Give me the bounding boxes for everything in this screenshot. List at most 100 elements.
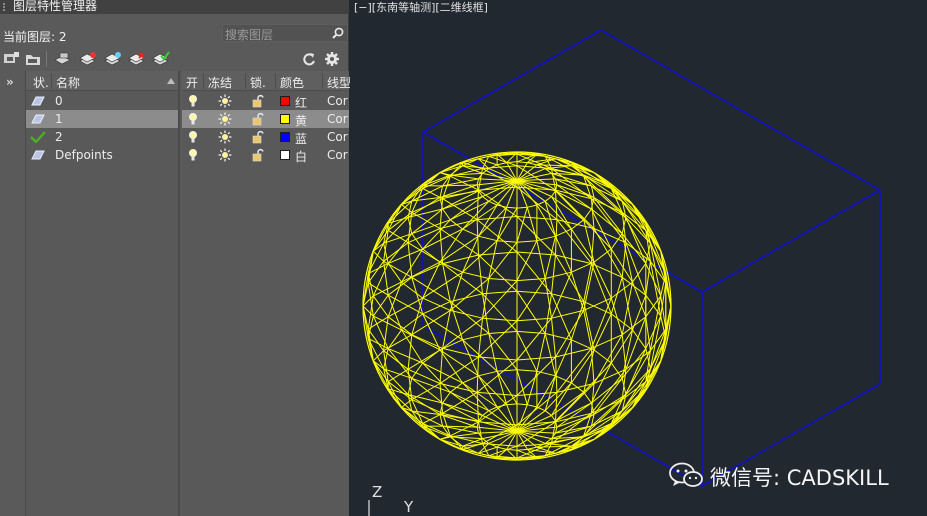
delete-layer-icon[interactable]: [128, 51, 146, 67]
layer-search-input[interactable]: 搜索图层: [222, 24, 348, 42]
linetype-name[interactable]: Cor: [327, 94, 348, 108]
drawing-viewport[interactable]: Z Y [−][东南等轴测][二维线框] 微信号: CADSKILL: [350, 0, 927, 516]
sphere-mesh-edge: [516, 290, 546, 334]
layer-row[interactable]: 1: [26, 110, 178, 128]
expand-filter-tree-icon[interactable]: »: [6, 75, 14, 89]
sphere-mesh-edge: [570, 228, 595, 263]
refresh-icon[interactable]: [300, 51, 318, 67]
col-linetype-header[interactable]: 线型: [327, 74, 351, 91]
sphere-mesh-edge: [383, 334, 413, 352]
sun-thawed-icon[interactable]: [218, 112, 232, 126]
new-property-filter-icon[interactable]: [2, 51, 20, 67]
model-space-canvas[interactable]: Z Y: [350, 0, 927, 516]
unlocked-padlock-icon[interactable]: [252, 130, 264, 144]
color-swatch[interactable]: [280, 150, 290, 160]
sun-thawed-icon[interactable]: [218, 148, 232, 162]
layer-icon[interactable]: [30, 95, 46, 107]
sphere-mesh-edge: [482, 156, 490, 169]
sphere-mesh-edge: [591, 368, 627, 414]
col-color-header[interactable]: 颜色: [280, 74, 304, 91]
lightbulb-on-icon[interactable]: [188, 148, 198, 162]
new-layer-icon[interactable]: [79, 51, 97, 67]
sphere-mesh-edge: [610, 277, 623, 315]
linetype-name[interactable]: Cor: [327, 148, 348, 162]
watermark-text: 微信号: CADSKILL: [710, 466, 889, 490]
sun-thawed-icon[interactable]: [218, 130, 232, 144]
viewport-controls-label[interactable]: [−][东南等轴测][二维线框]: [354, 1, 488, 14]
current-check-icon[interactable]: [30, 131, 46, 143]
layer-row[interactable]: 红 Cor: [182, 92, 349, 110]
column-divider[interactable]: [245, 73, 246, 89]
layer-name[interactable]: 1: [55, 112, 63, 126]
layer-icon[interactable]: [30, 113, 46, 125]
color-swatch[interactable]: [280, 132, 290, 142]
sphere-mesh-edge: [516, 331, 538, 372]
layer-states-manager-icon[interactable]: [54, 51, 72, 67]
set-current-icon[interactable]: [152, 51, 170, 67]
color-name[interactable]: 黄: [295, 112, 307, 129]
sphere-mesh-edge: [570, 272, 585, 311]
unlocked-padlock-icon[interactable]: [252, 94, 264, 108]
sphere-mesh-edge: [536, 235, 556, 242]
sphere-mesh-edge: [497, 240, 518, 243]
filter-tree-collapsed-strip[interactable]: »: [0, 71, 26, 516]
sphere-mesh-edge: [478, 254, 518, 292]
box-edge: [422, 29, 602, 133]
layer-row[interactable]: 蓝 Cor: [182, 128, 349, 146]
column-divider[interactable]: [322, 73, 323, 89]
sphere-mesh-edge: [583, 261, 595, 311]
layer-name[interactable]: 2: [55, 130, 63, 144]
column-divider[interactable]: [275, 73, 276, 89]
sphere-mesh-edge: [506, 161, 518, 164]
linetype-name[interactable]: Cor: [327, 130, 348, 144]
search-icon[interactable]: [331, 26, 345, 40]
linetype-name[interactable]: Cor: [327, 112, 348, 126]
sphere-mesh-edge: [422, 248, 441, 263]
new-layer-vp-frozen-icon[interactable]: [104, 51, 122, 67]
sphere-mesh-edge: [506, 403, 518, 406]
settings-icon[interactable]: [323, 51, 341, 67]
color-swatch[interactable]: [280, 114, 290, 124]
layer-row[interactable]: 黄 Cor: [182, 110, 349, 128]
lightbulb-on-icon[interactable]: [188, 94, 198, 108]
column-divider[interactable]: [51, 73, 52, 89]
layer-row[interactable]: 2: [26, 128, 178, 146]
layer-row[interactable]: Defpoints: [26, 146, 178, 164]
color-swatch[interactable]: [280, 96, 290, 106]
sphere-mesh-edge: [387, 329, 402, 349]
sphere-mesh-edge: [527, 404, 538, 408]
sphere-mesh-edge: [571, 423, 612, 450]
col-status-header[interactable]: 状.: [33, 74, 49, 91]
sphere-mesh-edge: [621, 277, 633, 330]
col-name-header[interactable]: 名称: [56, 74, 80, 91]
grip-icon[interactable]: [3, 3, 9, 11]
sphere-mesh-edge: [645, 316, 651, 351]
sphere-mesh-edge: [551, 272, 572, 319]
lightbulb-on-icon[interactable]: [188, 112, 198, 126]
color-name[interactable]: 蓝: [295, 130, 307, 147]
col-freeze-header[interactable]: 冻结: [208, 74, 232, 91]
sort-ascending-icon[interactable]: [167, 78, 175, 84]
panel-title-bar[interactable]: 图层特性管理器: [0, 0, 349, 14]
color-name[interactable]: 白: [295, 148, 307, 165]
sphere-mesh-edge: [496, 207, 518, 241]
color-name[interactable]: 红: [295, 94, 307, 111]
sphere-mesh-edge: [496, 371, 518, 405]
layer-name[interactable]: Defpoints: [55, 148, 113, 162]
unlocked-padlock-icon[interactable]: [252, 148, 264, 162]
layer-row[interactable]: 白 Cor: [182, 146, 349, 164]
col-lock-header[interactable]: 锁.: [250, 74, 266, 91]
layer-row[interactable]: 0: [26, 92, 178, 110]
table-header-left: 状. 名称: [26, 71, 178, 91]
sun-thawed-icon[interactable]: [218, 94, 232, 108]
column-divider[interactable]: [203, 73, 204, 89]
unlocked-padlock-icon[interactable]: [252, 112, 264, 126]
sphere-mesh-edge: [555, 254, 585, 302]
lightbulb-on-icon[interactable]: [188, 130, 198, 144]
layer-name[interactable]: 0: [55, 94, 63, 108]
layer-icon[interactable]: [30, 149, 46, 161]
col-on-header[interactable]: 开: [186, 74, 198, 91]
sphere-mesh-edge: [401, 261, 441, 283]
sphere-wireframe: [362, 151, 672, 461]
new-group-filter-icon[interactable]: [24, 51, 42, 67]
